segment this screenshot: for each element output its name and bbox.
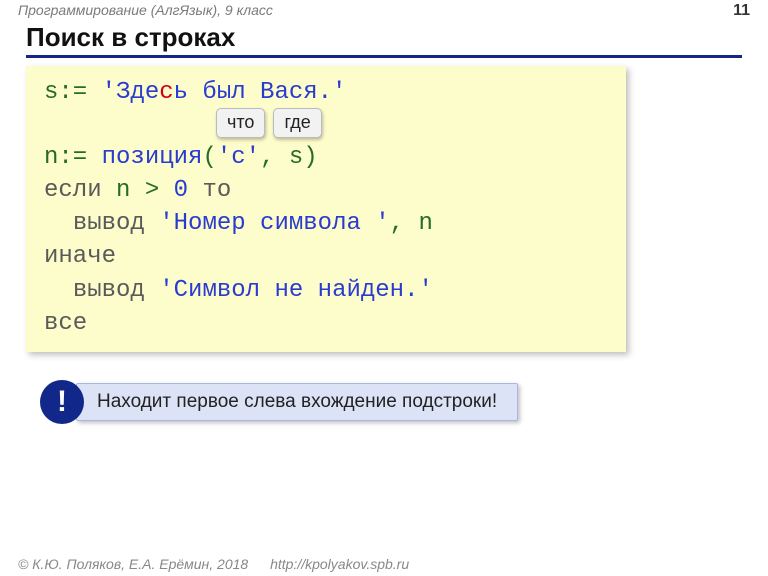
spacer xyxy=(44,109,608,141)
code-text: все xyxy=(44,310,87,337)
code-line-6: вывод 'Символ не найден.' xyxy=(44,274,608,307)
code-text: , n xyxy=(390,210,433,237)
code-line-5: иначе xyxy=(44,240,608,273)
code-text: вывод xyxy=(73,277,145,304)
code-text: иначе xyxy=(44,243,116,270)
code-text: 'с' xyxy=(217,144,260,171)
code-line-2: n:= позиция('с', s) xyxy=(44,141,608,174)
code-text: 'Символ не найден.' xyxy=(159,277,433,304)
code-text: s:= xyxy=(44,79,102,106)
code-text: если xyxy=(44,177,102,204)
code-line-7: все xyxy=(44,307,608,340)
code-box: s:= 'Здесь был Вася.' n:= позиция('с', s… xyxy=(26,66,626,352)
header-bar: Программирование (АлгЯзык), 9 класс 11 xyxy=(0,0,768,20)
tags-row: что где xyxy=(216,108,322,138)
course-label: Программирование (АлгЯзык), 9 класс xyxy=(18,2,273,20)
code-text: ( xyxy=(202,144,216,171)
code-text xyxy=(44,277,73,304)
code-line-4: вывод 'Номер символа ', n xyxy=(44,207,608,240)
code-text xyxy=(145,277,159,304)
code-text: с xyxy=(159,79,173,106)
note-row: ! Находит первое слева вхождение подстро… xyxy=(40,380,768,424)
code-text: ь был Вася.' xyxy=(174,79,347,106)
code-line-1: s:= 'Здесь был Вася.' xyxy=(44,76,608,109)
code-text xyxy=(145,210,159,237)
code-line-3: если n > 0 то xyxy=(44,174,608,207)
title-block: Поиск в строках xyxy=(0,20,768,58)
code-text: позиция xyxy=(102,144,203,171)
tag-where: где xyxy=(273,108,321,138)
code-text: , s) xyxy=(260,144,318,171)
code-text xyxy=(44,210,73,237)
exclamation-icon: ! xyxy=(40,380,84,424)
note-text: Находит первое слева вхождение подстроки… xyxy=(76,383,518,421)
code-text: 'Зде xyxy=(102,79,160,106)
code-text: n:= xyxy=(44,144,102,171)
footer-url: http://kpolyakov.spb.ru xyxy=(270,556,409,572)
footer-copyright: © К.Ю. Поляков, Е.А. Ерёмин, 2018 xyxy=(18,556,248,572)
code-text: n > xyxy=(102,177,174,204)
code-text: 0 xyxy=(174,177,188,204)
code-text xyxy=(188,177,202,204)
tag-what: что xyxy=(216,108,265,138)
code-text: то xyxy=(202,177,231,204)
page-title: Поиск в строках xyxy=(26,22,742,58)
footer-bar: © К.Ю. Поляков, Е.А. Ерёмин, 2018 http:/… xyxy=(18,556,409,572)
code-text: вывод xyxy=(73,210,145,237)
page-number: 11 xyxy=(733,2,750,20)
code-text: 'Номер символа ' xyxy=(159,210,389,237)
